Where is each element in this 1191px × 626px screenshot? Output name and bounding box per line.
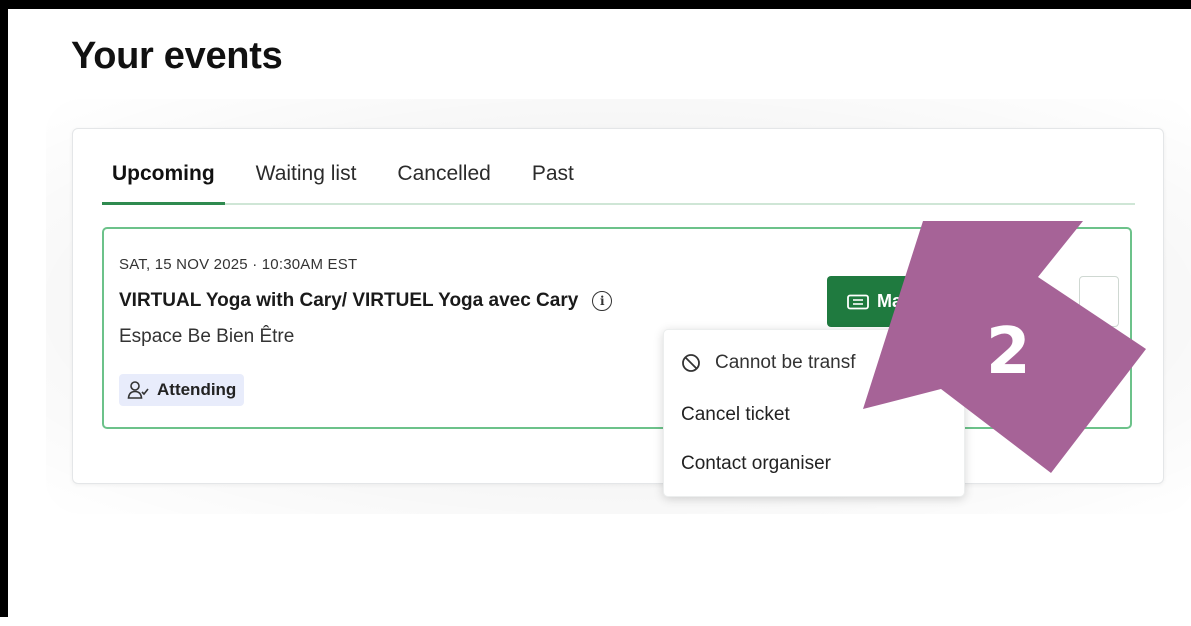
event-datetime: SAT, 15 NOV 2025 · 10:30AM EST	[119, 256, 358, 273]
manage-button-label: Ma	[877, 291, 903, 311]
menu-item-cancel-ticket[interactable]: Cancel ticket	[681, 404, 790, 426]
annotation-number: 2	[986, 315, 1031, 389]
event-venue: Espace Be Bien Être	[119, 326, 295, 347]
menu-item-label: Cannot be transf	[715, 352, 856, 373]
events-card: Upcoming Waiting list Cancelled Past SAT…	[72, 128, 1164, 484]
event-title[interactable]: VIRTUAL Yoga with Cary/ VIRTUEL Yoga ave…	[119, 290, 578, 312]
more-options-button[interactable]	[1079, 276, 1119, 327]
page-title: Your events	[71, 35, 283, 77]
screenshot-frame: Your events Upcoming Waiting list Cancel…	[0, 0, 1191, 617]
event-title-row: VIRTUAL Yoga with Cary/ VIRTUEL Yoga ave…	[119, 290, 613, 312]
tab-past[interactable]: Past	[522, 159, 584, 203]
menu-item-cannot-transfer: Cannot be transf	[681, 352, 855, 374]
event-tabs: Upcoming Waiting list Cancelled Past	[102, 159, 1135, 205]
info-icon[interactable]: i	[592, 291, 613, 311]
tab-upcoming[interactable]: Upcoming	[102, 159, 225, 205]
ban-icon	[682, 354, 700, 372]
tab-cancelled[interactable]: Cancelled	[387, 159, 500, 203]
person-check-icon	[127, 381, 149, 399]
event-item[interactable]: SAT, 15 NOV 2025 · 10:30AM EST VIRTUAL Y…	[102, 227, 1132, 429]
status-badge-label: Attending	[157, 380, 237, 399]
tab-waiting-list[interactable]: Waiting list	[246, 159, 367, 203]
menu-item-contact-organiser[interactable]: Contact organiser	[681, 453, 831, 475]
status-badge: Attending	[119, 374, 245, 406]
manage-button[interactable]: Ma	[827, 276, 967, 327]
ticket-icon	[847, 294, 869, 309]
actions-dropdown: Cannot be transf Cancel ticket Contact o…	[663, 329, 965, 497]
